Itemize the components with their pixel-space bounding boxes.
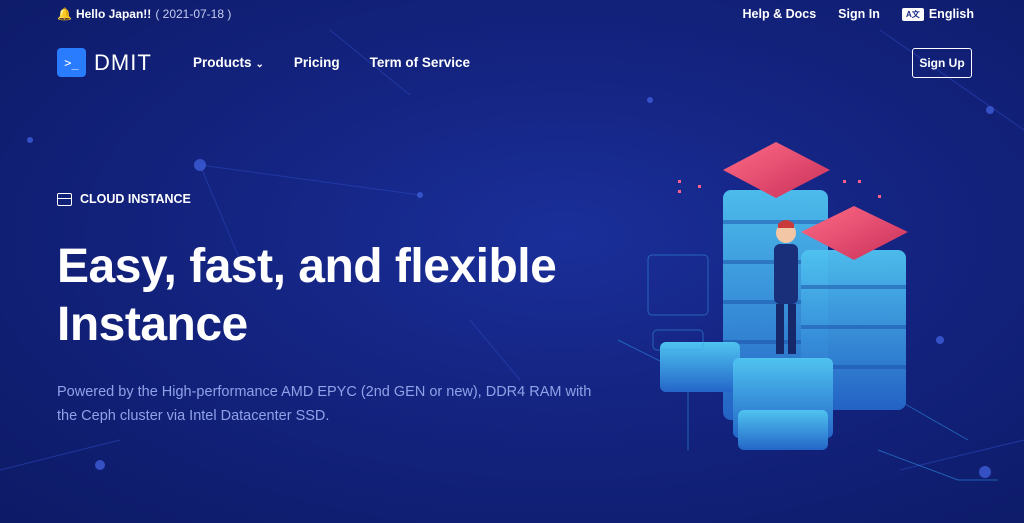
hero-section: CLOUD INSTANCE Easy, fast, and flexible … xyxy=(57,192,591,424)
language-selector[interactable]: A文 English xyxy=(901,7,974,21)
brand-name: DMIT xyxy=(94,49,152,75)
announcement-text: Hello Japan!! xyxy=(75,7,152,21)
nav-terms[interactable]: Term of Service xyxy=(370,55,470,70)
server-illustration xyxy=(617,142,998,481)
language-label: English xyxy=(928,7,974,21)
announcement-date: ( 2021-07-18 ) xyxy=(155,7,232,21)
headline-line-1: Easy, fast, and flexible xyxy=(57,240,557,293)
chevron-down-icon: ⌄ xyxy=(255,59,264,70)
headline-line-2: Instance xyxy=(57,298,248,351)
dashboard-panel xyxy=(647,254,709,351)
announcement[interactable]: 🔔 Hello Japan!! ( 2021-07-18 ) xyxy=(57,7,231,21)
sign-up-button[interactable]: Sign Up xyxy=(912,48,972,78)
top-bar: 🔔 Hello Japan!! ( 2021-07-18 ) Help & Do… xyxy=(0,0,1024,28)
hero-description: Powered by the High-performance AMD EPYC… xyxy=(57,384,592,424)
sign-in-link[interactable]: Sign In xyxy=(838,7,880,21)
hero-headline: Easy, fast, and flexible Instance xyxy=(57,238,617,354)
nav-products[interactable]: Products ⌄ xyxy=(193,55,264,70)
front-server-stack xyxy=(660,342,833,450)
nav-pricing[interactable]: Pricing xyxy=(294,55,340,70)
bell-icon: 🔔 xyxy=(57,7,72,21)
hero-kicker: CLOUD INSTANCE xyxy=(57,192,191,206)
terminal-logo-icon: >_ xyxy=(57,48,86,77)
logo[interactable]: >_ DMIT xyxy=(57,48,152,77)
kicker-label: CLOUD INSTANCE xyxy=(80,192,191,206)
server-icon xyxy=(57,192,72,206)
nav-products-label: Products xyxy=(193,55,252,70)
help-docs-link[interactable]: Help & Docs xyxy=(743,7,817,21)
translate-icon: A文 xyxy=(901,7,924,21)
main-nav: >_ DMIT Products ⌄ Pricing Term of Servic… xyxy=(0,46,1024,80)
